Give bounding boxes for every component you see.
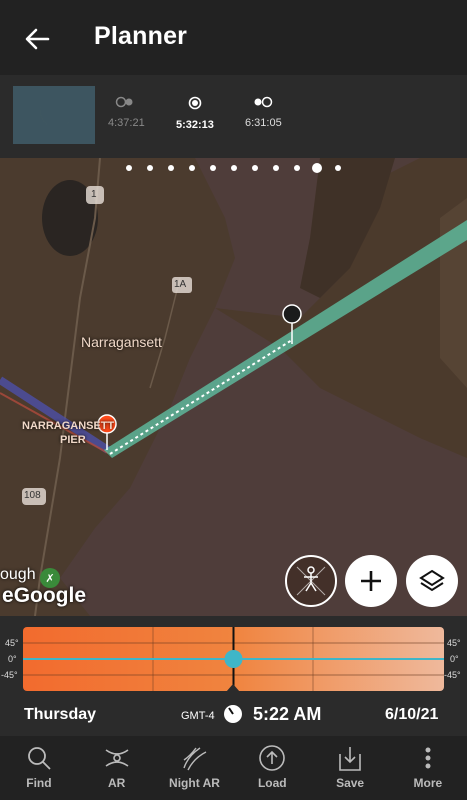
nav-save[interactable]: Save — [311, 736, 389, 800]
page-title: Planner — [94, 22, 188, 50]
layers-icon — [419, 569, 445, 592]
add-button[interactable] — [345, 555, 397, 607]
day-label[interactable]: Thursday — [24, 706, 96, 724]
target-marker — [282, 304, 302, 324]
deg-mid-left: 0° — [8, 654, 17, 664]
route-1-label: 1 — [91, 189, 97, 200]
moon-transit-icon — [188, 96, 202, 110]
clock-icon[interactable] — [223, 704, 243, 724]
google-attribution: eGoogle — [2, 584, 87, 607]
route-1a-label: 1A — [174, 279, 187, 290]
phase-moonset[interactable]: 6:31:05 — [245, 96, 282, 129]
more-icon — [425, 747, 431, 769]
nav-more[interactable]: More — [389, 736, 467, 800]
page-indicator[interactable] — [0, 160, 467, 176]
deg-mid-right: 0° — [450, 654, 459, 664]
phase-time: 5:32:13 — [176, 119, 214, 131]
person-icon — [296, 566, 326, 596]
satellite-map[interactable]: 1 1A 108 Narragansett NARRAGANSETT PIER … — [0, 158, 467, 616]
nav-load[interactable]: Load — [233, 736, 311, 800]
deg-bottom-right: -45° — [444, 670, 461, 680]
date-label[interactable]: 6/10/21 — [385, 706, 438, 724]
phase-transit[interactable]: 5:32:13 — [176, 96, 214, 131]
search-icon — [27, 747, 51, 770]
phase-time: 4:37:21 — [108, 117, 145, 129]
nav-ar[interactable]: AR — [78, 736, 156, 800]
moon-phase-thumbnail[interactable] — [13, 86, 95, 144]
save-icon — [339, 747, 361, 771]
timezone-label[interactable]: GMT-4 — [181, 710, 215, 722]
moonset-icon — [254, 96, 273, 108]
night-ar-icon — [183, 747, 207, 771]
town-label: Narragansett — [81, 334, 162, 350]
timeline-pointer-icon — [226, 684, 240, 692]
pier-label-line2: PIER — [60, 434, 86, 446]
app-header: Planner — [0, 0, 467, 75]
altitude-timeline[interactable] — [23, 627, 444, 691]
moonrise-icon — [116, 96, 133, 108]
figure-button[interactable] — [285, 555, 337, 607]
partial-place-label: ough — [0, 566, 36, 583]
nav-night-ar[interactable]: Night AR — [156, 736, 234, 800]
phase-time: 6:31:05 — [245, 117, 282, 129]
nav-find[interactable]: Find — [0, 736, 78, 800]
plus-icon — [361, 571, 381, 591]
ar-icon — [105, 749, 129, 767]
route-108-label: 108 — [24, 490, 41, 501]
pier-label-line1: NARRAGANSETT — [22, 420, 115, 432]
back-arrow-icon[interactable] — [22, 24, 52, 54]
load-icon — [259, 745, 286, 771]
crescent-moon-icon — [40, 102, 71, 128]
deg-top-left: 45° — [5, 638, 19, 648]
bottom-nav: Find AR Night AR Load Save More — [0, 736, 467, 800]
deg-bottom-left: -45° — [1, 670, 18, 680]
time-label[interactable]: 5:22 AM — [253, 704, 321, 725]
layers-button[interactable] — [406, 555, 458, 607]
phase-moonrise[interactable]: 4:37:21 — [108, 96, 145, 129]
timeline-cursor — [224, 650, 243, 668]
deg-top-right: 45° — [447, 638, 461, 648]
